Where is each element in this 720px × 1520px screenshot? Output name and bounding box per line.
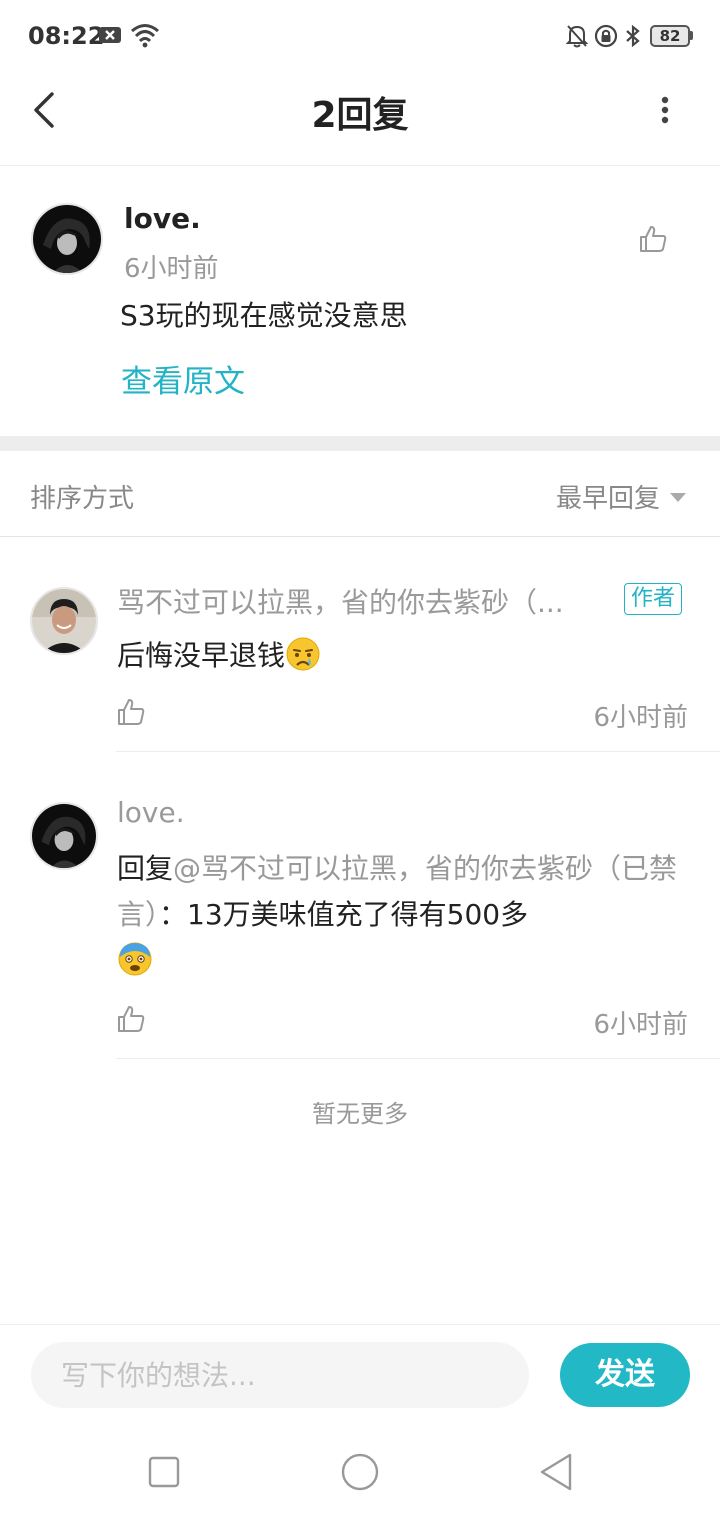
back-nav-icon[interactable] bbox=[538, 1452, 574, 1492]
comment-input-bar: 发送 bbox=[0, 1324, 720, 1428]
reply-text: ：13万美味值充了得有500多 bbox=[159, 898, 529, 931]
reply-item: love. 回复@骂不过可以拉黑，省的你去紫砂（已禁言）：13万美味值充了得有5… bbox=[0, 752, 720, 1059]
mute-bell-icon bbox=[566, 25, 588, 48]
dropdown-arrow-icon bbox=[670, 493, 686, 502]
thumbs-up-icon[interactable] bbox=[116, 697, 146, 727]
view-original-link[interactable]: 查看原文 bbox=[121, 356, 245, 401]
avatar[interactable] bbox=[30, 587, 98, 655]
home-icon[interactable] bbox=[340, 1452, 380, 1492]
page-title: 2回复 bbox=[311, 95, 409, 136]
thumbs-up-icon[interactable] bbox=[116, 1004, 146, 1034]
reply-text-block: 后悔没早退钱 bbox=[117, 633, 697, 679]
author-badge: 作者 bbox=[624, 583, 683, 615]
section-divider bbox=[0, 436, 720, 451]
sort-label: 排序方式 bbox=[30, 484, 135, 514]
crying-face-emoji bbox=[286, 637, 320, 671]
avatar[interactable] bbox=[31, 203, 103, 275]
wifi-icon bbox=[131, 24, 159, 48]
recent-apps-icon[interactable] bbox=[148, 1456, 180, 1488]
reply-username[interactable]: 骂不过可以拉黑，省的你去紫砂（... bbox=[117, 581, 564, 621]
battery-icon: 82 bbox=[650, 25, 690, 47]
sort-selected-label: 最早回复 bbox=[555, 484, 660, 514]
avatar[interactable] bbox=[30, 802, 98, 870]
original-comment: love. 6小时前 S3玩的现在感觉没意思 查看原文 bbox=[0, 166, 720, 436]
thumbs-up-icon[interactable] bbox=[638, 224, 668, 254]
reply-timestamp: 6小时前 bbox=[593, 703, 688, 733]
reply-text: 后悔没早退钱 bbox=[117, 639, 286, 672]
sort-dropdown[interactable]: 最早回复 bbox=[556, 478, 686, 515]
username[interactable]: love. bbox=[124, 202, 201, 235]
reply-timestamp: 6小时前 bbox=[593, 1010, 688, 1040]
timestamp: 6小时前 bbox=[124, 254, 219, 284]
status-bar: 08:22 82 bbox=[0, 0, 720, 72]
system-nav-bar bbox=[0, 1428, 720, 1520]
anxious-face-emoji bbox=[118, 942, 152, 976]
header: 2回复 bbox=[0, 72, 720, 166]
bluetooth-icon bbox=[626, 24, 640, 48]
reply-text-block: 回复@骂不过可以拉黑，省的你去紫砂（已禁言）：13万美味值充了得有500多 bbox=[117, 846, 697, 984]
status-time: 08:22 bbox=[28, 22, 105, 50]
comment-input[interactable] bbox=[31, 1342, 529, 1408]
reply-username[interactable]: love. bbox=[117, 796, 185, 829]
more-vertical-icon[interactable] bbox=[650, 88, 680, 132]
notification-x-icon bbox=[99, 27, 121, 43]
lock-rotation-icon bbox=[594, 24, 618, 48]
no-more-text: 暂无更多 bbox=[312, 1100, 408, 1128]
reply-divider bbox=[116, 1058, 720, 1059]
sort-bar: 排序方式 最早回复 bbox=[0, 451, 720, 537]
comment-text: S3玩的现在感觉没意思 bbox=[120, 299, 408, 332]
battery-tip bbox=[690, 31, 693, 40]
reply-prefix: 回复 bbox=[117, 852, 174, 885]
send-button[interactable]: 发送 bbox=[560, 1343, 690, 1407]
reply-item: 骂不过可以拉黑，省的你去紫砂（... 作者 后悔没早退钱 6小时前 bbox=[0, 537, 720, 752]
